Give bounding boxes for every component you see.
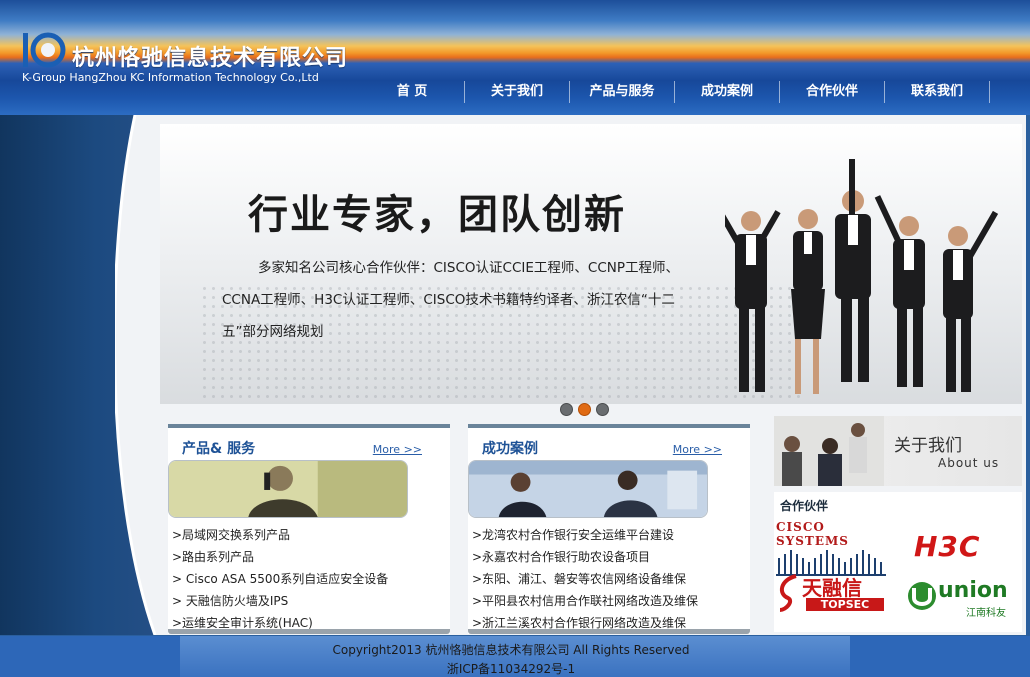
list-item[interactable]: > Cisco ASA 5500系列自适应安全设备	[172, 568, 388, 590]
nav-contact[interactable]: 联系我们	[885, 81, 990, 103]
main-nav: 首 页 关于我们 产品与服务 成功案例 合作伙伴 联系我们	[360, 81, 990, 103]
union-leaf-icon	[908, 582, 936, 610]
company-logo-icon	[23, 32, 66, 68]
about-title-en: About us	[938, 456, 1000, 470]
nav-cases[interactable]: 成功案例	[675, 81, 780, 103]
cases-list: >龙湾农村合作银行安全运维平台建设 >永嘉农村合作银行助农设备项目 >东阳、浦江…	[472, 524, 698, 634]
box-bottom-bar	[168, 629, 450, 634]
nav-products[interactable]: 产品与服务	[570, 81, 675, 103]
list-item[interactable]: >局域网交换系列产品	[172, 524, 388, 546]
about-us-banner[interactable]: 关于我们 About us	[774, 416, 1022, 486]
nav-home[interactable]: 首 页	[360, 81, 465, 103]
icp-link[interactable]: 浙ICP备11034292号-1	[0, 660, 1022, 677]
cases-more-link[interactable]: More >>	[673, 443, 722, 456]
nav-partners[interactable]: 合作伙伴	[780, 81, 885, 103]
list-item[interactable]: > 天融信防火墙及IPS	[172, 590, 388, 612]
cases-box: 成功案例 More >> >龙湾农村合作银行安全运维平台建设 >永嘉农村合作银行…	[468, 424, 750, 634]
products-list: >局域网交换系列产品 >路由系列产品 > Cisco ASA 5500系列自适应…	[172, 524, 388, 634]
partners-panel: 合作伙伴 CISCO SYSTEMS H3C 天融信 TOPSEC union	[774, 492, 1022, 632]
products-title: 产品& 服务	[182, 441, 256, 457]
slider-pagination	[560, 403, 609, 416]
products-box: 产品& 服务 More >> >局域网交换系列产品 >路由系列产品 > Cisc…	[168, 424, 450, 634]
banner-title: 行业专家，团队创新	[248, 191, 626, 238]
jumping-team-image	[725, 159, 999, 394]
slide-dot-2[interactable]	[578, 403, 591, 416]
partners-title: 合作伙伴	[780, 499, 829, 513]
list-item[interactable]: >永嘉农村合作银行助农设备项目	[472, 546, 698, 568]
cases-title: 成功案例	[482, 441, 538, 457]
products-more-link[interactable]: More >>	[373, 443, 422, 456]
list-item[interactable]: >平阳县农村信用合作联社网络改造及维保	[472, 590, 698, 612]
union-logo[interactable]: union 江南科友	[906, 578, 1018, 619]
copyright-text: Copyright2013 杭州恪驰信息技术有限公司 All Rights Re…	[332, 643, 690, 657]
topsec-logo[interactable]: 天融信 TOPSEC	[776, 572, 888, 614]
site-header: 杭州恪驰信息技术有限公司 K-Group HangZhou KC Informa…	[0, 0, 1030, 115]
list-item[interactable]: >龙湾农村合作银行安全运维平台建设	[472, 524, 698, 546]
topsec-swirl-icon	[779, 574, 797, 612]
h3c-logo[interactable]: H3C	[914, 530, 980, 563]
cisco-logo[interactable]: CISCO SYSTEMS	[776, 520, 894, 576]
business-meeting-image	[468, 460, 708, 518]
company-name-cn: 杭州恪驰信息技术有限公司	[72, 46, 349, 71]
hero-banner: 行业专家，团队创新 多家知名公司核心合作伙伴：CISCO认证CCIE工程师、CC…	[160, 124, 1022, 404]
about-title-cn: 关于我们	[894, 436, 962, 456]
box-bottom-bar	[468, 629, 750, 634]
company-name-en: K-Group HangZhou KC Information Technolo…	[22, 71, 319, 84]
list-item[interactable]: >东阳、浦江、磐安等农信网络设备维保	[472, 568, 698, 590]
team-photo-image	[774, 416, 884, 486]
slide-dot-1[interactable]	[560, 403, 573, 416]
slide-dot-3[interactable]	[596, 403, 609, 416]
list-item[interactable]: >路由系列产品	[172, 546, 388, 568]
banner-text: 多家知名公司核心合作伙伴：CISCO认证CCIE工程师、CCNP工程师、CCNA…	[222, 260, 679, 340]
nav-about[interactable]: 关于我们	[465, 81, 570, 103]
businessman-phone-image	[168, 460, 408, 518]
